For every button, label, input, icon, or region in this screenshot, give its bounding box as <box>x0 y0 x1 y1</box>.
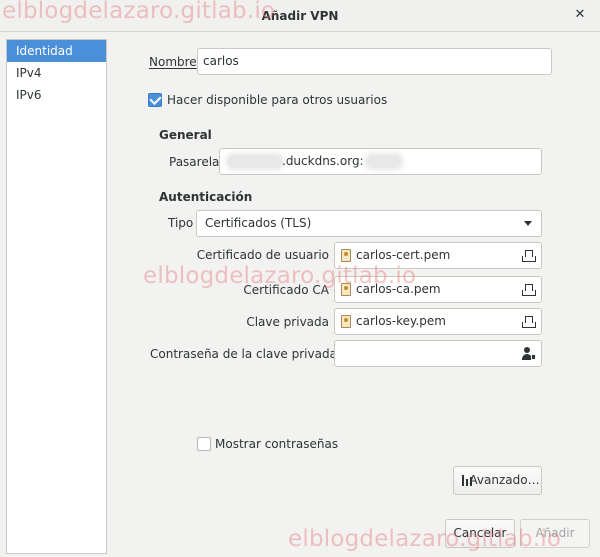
key-chooser[interactable]: carlos-key.pem <box>334 308 542 335</box>
auth-heading: Autenticación <box>159 190 253 204</box>
pasarela-input[interactable]: .duckdns.org: <box>219 148 542 175</box>
user-cert-label: Certificado de usuario <box>196 248 329 262</box>
key-label: Clave privada <box>246 315 329 329</box>
show-passwords-checkbox[interactable] <box>197 437 211 451</box>
chevron-down-icon <box>524 221 532 226</box>
key-password-input[interactable] <box>334 340 542 367</box>
open-file-icon[interactable] <box>522 284 536 296</box>
share-checkbox[interactable] <box>148 93 162 107</box>
close-icon[interactable]: ✕ <box>572 7 588 23</box>
redacted-blur <box>228 155 282 168</box>
general-heading: General <box>159 128 212 142</box>
sidebar-item-ipv6[interactable]: IPv6 <box>7 84 106 106</box>
nombre-input[interactable]: carlos <box>197 48 552 75</box>
key-password-label: Contraseña de la clave privada <box>150 347 337 361</box>
redacted-blur <box>366 155 401 168</box>
add-button[interactable]: Añadir <box>520 519 590 548</box>
pasarela-label: Pasarela <box>169 155 220 169</box>
certificate-file-icon <box>341 283 351 296</box>
share-checkbox-label[interactable]: Hacer disponible para otros usuarios <box>167 93 387 107</box>
sidebar-item-identidad[interactable]: Identidad <box>7 40 106 62</box>
ca-cert-filename: carlos-ca.pem <box>356 282 441 296</box>
open-file-icon[interactable] <box>522 316 536 328</box>
advanced-button-label: Avanzado… <box>469 473 540 487</box>
cancel-button[interactable]: Cancelar <box>445 519 515 548</box>
open-file-icon[interactable] <box>522 250 536 262</box>
window-title: Añadir VPN <box>261 9 339 23</box>
nombre-label: Nombre <box>149 55 197 69</box>
title-bar: Añadir VPN ✕ <box>0 0 600 32</box>
tipo-label: Tipo <box>168 216 194 230</box>
pasarela-value: .duckdns.org: <box>282 154 364 168</box>
ca-cert-label: Certificado CA <box>243 283 329 297</box>
tipo-select[interactable]: Certificados (TLS) <box>196 210 542 237</box>
user-cert-filename: carlos-cert.pem <box>356 248 451 262</box>
user-cert-chooser[interactable]: carlos-cert.pem <box>334 242 542 269</box>
sidebar: Identidad IPv4 IPv6 <box>6 39 107 554</box>
advanced-button[interactable]: Avanzado… <box>453 466 542 495</box>
equalizer-icon <box>462 475 474 486</box>
show-passwords-label[interactable]: Mostrar contraseñas <box>215 437 338 451</box>
certificate-file-icon <box>341 315 351 328</box>
sidebar-item-ipv4[interactable]: IPv4 <box>7 62 106 84</box>
certificate-file-icon <box>341 249 351 262</box>
tipo-select-value: Certificados (TLS) <box>205 216 312 230</box>
password-user-icon[interactable] <box>522 347 536 361</box>
ca-cert-chooser[interactable]: carlos-ca.pem <box>334 276 542 303</box>
key-filename: carlos-key.pem <box>356 314 446 328</box>
nombre-label-text: Nombre <box>149 55 197 69</box>
